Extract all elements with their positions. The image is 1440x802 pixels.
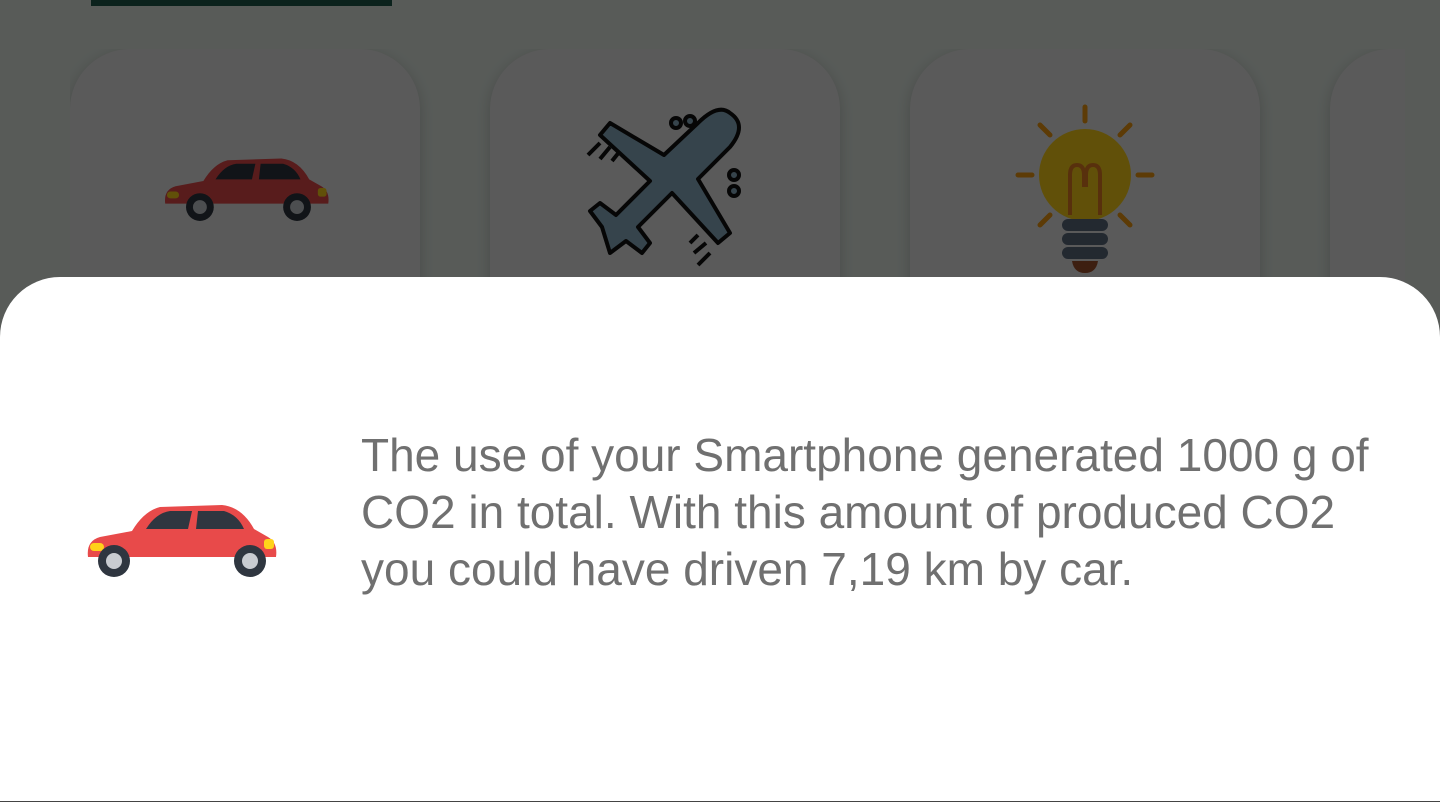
co2-comparison-message: The use of your Smartphone generated 100…: [361, 429, 1369, 595]
screen: The use of your Smartphone generated 100…: [0, 0, 1440, 802]
car-icon: [82, 499, 278, 579]
bottom-sheet: The use of your Smartphone generated 100…: [0, 277, 1440, 801]
